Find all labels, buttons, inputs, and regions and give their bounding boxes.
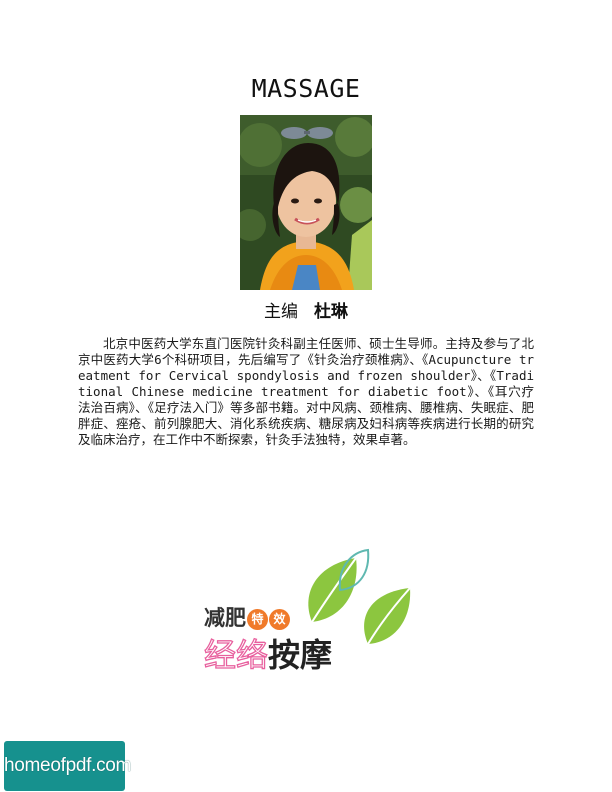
- logo-title-line2: 经络按摩: [203, 630, 333, 676]
- author-bio: 北京中医药大学东直门医院针灸科副主任医师、硕士生导师。主持及参与了北京中医药大学…: [78, 336, 534, 447]
- logo-title-line1: 减肥特效: [204, 602, 290, 632]
- author-portrait: [240, 115, 372, 290]
- logo-badge-xiao: 效: [269, 609, 290, 630]
- logo-badge-te: 特: [247, 609, 268, 630]
- author-name: 杜琳: [314, 302, 348, 322]
- page-title: MASSAGE: [251, 74, 361, 103]
- series-logo: 减肥特效 经络按摩: [200, 548, 412, 678]
- byline: 主编 杜琳: [0, 297, 612, 322]
- editor-role: 主编: [264, 302, 298, 322]
- logo-text-meridian: 经络: [203, 635, 269, 674]
- logo-text-massage: 按摩: [268, 636, 333, 674]
- watermark-badge: homeofpdf.com: [4, 741, 131, 791]
- logo-text-weightloss: 减肥: [204, 606, 246, 630]
- portrait-photo: [240, 115, 372, 290]
